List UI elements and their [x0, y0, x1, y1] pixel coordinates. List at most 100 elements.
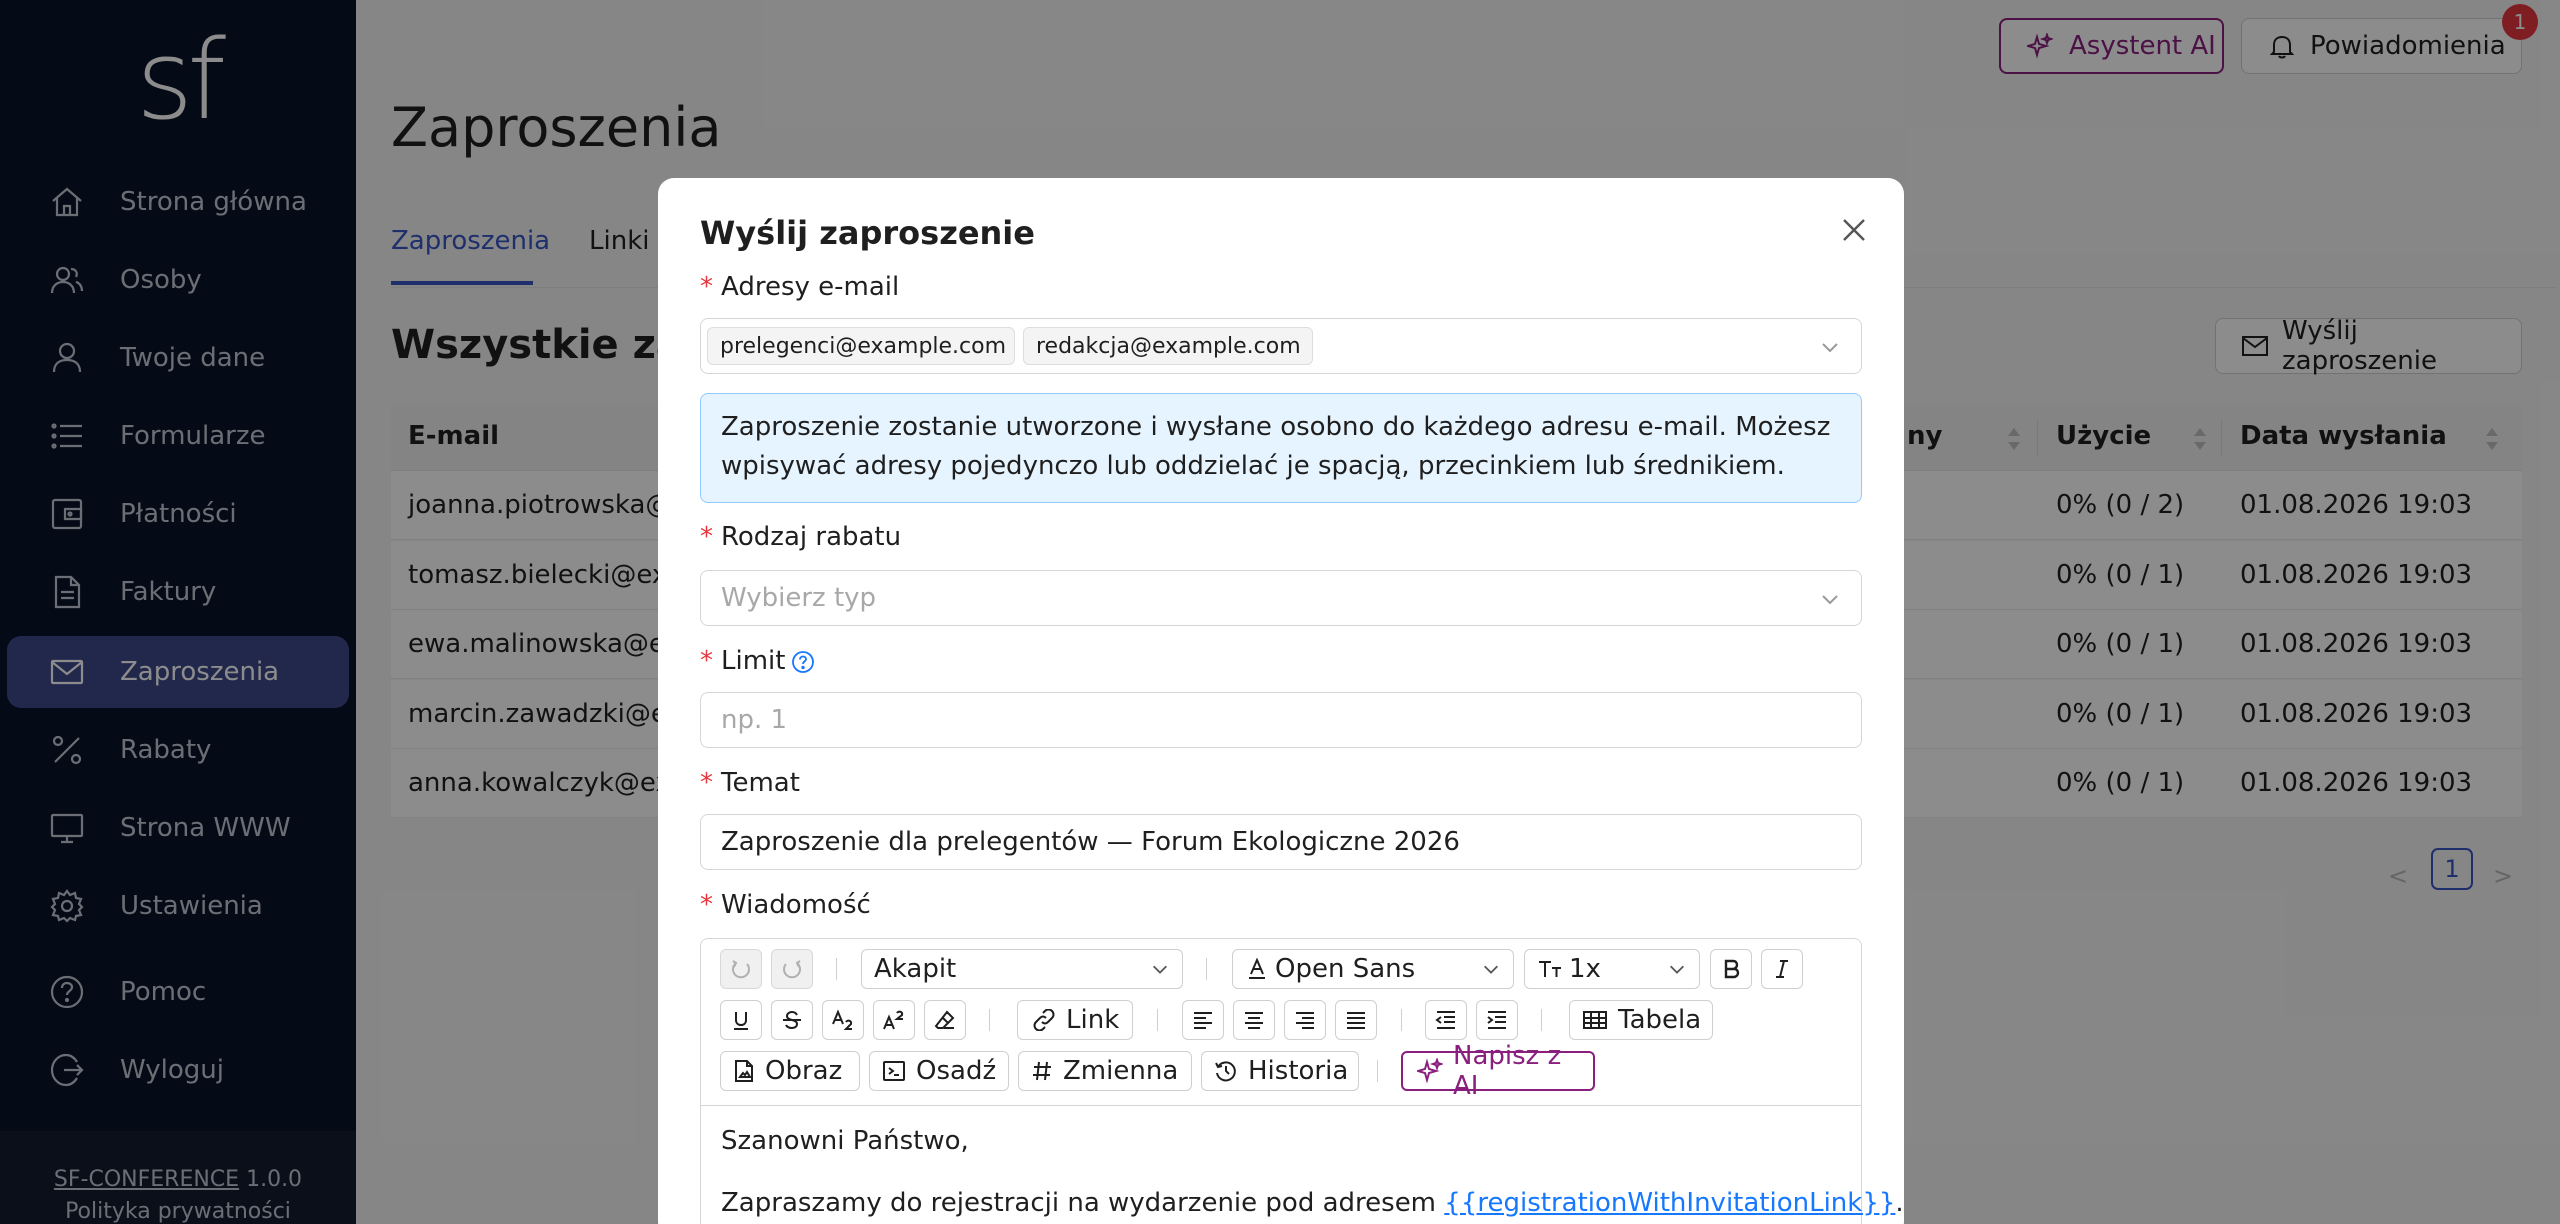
chevron-down-icon[interactable]: [1819, 588, 1841, 610]
sparkle-icon: [1417, 1058, 1443, 1084]
subject-label-text: Temat: [721, 768, 800, 798]
help-icon[interactable]: [791, 650, 815, 674]
align-justify-icon: [1347, 1012, 1365, 1029]
paragraph-style-select[interactable]: Akapit: [861, 949, 1183, 989]
emails-label-text: Adresy e-mail: [721, 272, 900, 302]
toolbar-separator: [836, 958, 837, 980]
chevron-down-icon: [1669, 965, 1685, 974]
toolbar-separator: [1157, 1009, 1158, 1031]
toolbar-separator: [1541, 1009, 1542, 1031]
hash-icon: [1033, 1061, 1051, 1081]
editor-text: Zapraszamy do rejestracji na wydarzenie …: [721, 1188, 1445, 1218]
write-with-ai-label: Napisz z AI: [1453, 1041, 1562, 1101]
message-label-text: Wiadomość: [721, 890, 871, 920]
discount-label-text: Rodzaj rabatu: [721, 522, 902, 552]
table-label: Tabela: [1618, 1005, 1702, 1035]
superscript-button[interactable]: [873, 1000, 915, 1040]
rich-text-editor: Akapit Open Sans 1x Link Tabela Obraz Os…: [700, 938, 1904, 1224]
font-size-select[interactable]: 1x: [1524, 949, 1700, 989]
info-alert: Zaproszenie zostanie utworzone i wysłane…: [700, 393, 1862, 503]
align-left-button[interactable]: [1182, 1000, 1224, 1040]
redo-icon: [783, 960, 802, 979]
font-size-value: 1x: [1569, 954, 1601, 984]
image-button[interactable]: Obraz: [720, 1051, 860, 1091]
email-tag-label: prelegenci@example.com: [720, 333, 1007, 359]
bold-button[interactable]: [1710, 949, 1752, 989]
history-label: Historia: [1248, 1056, 1349, 1086]
image-file-icon: [735, 1060, 753, 1082]
font-family-value: Open Sans: [1275, 954, 1416, 984]
table-button[interactable]: Tabela: [1569, 1000, 1713, 1040]
align-justify-button[interactable]: [1335, 1000, 1377, 1040]
code-embed-icon: [883, 1061, 905, 1081]
indent-icon: [1487, 1011, 1506, 1029]
emails-select[interactable]: prelegenci@example.com redakcja@example.…: [700, 318, 1862, 374]
editor-content[interactable]: Szanowni Państwo, Zapraszamy do rejestra…: [701, 1105, 1904, 1224]
text-size-icon: [1539, 961, 1561, 977]
link-icon: [1033, 1009, 1055, 1031]
template-variable-link[interactable]: {{registrationWithInvitationLink}}: [1444, 1188, 1895, 1218]
subscript-icon: [832, 1009, 853, 1030]
history-button[interactable]: Historia: [1201, 1051, 1359, 1091]
font-color-icon: [1249, 958, 1265, 979]
email-tag-label: redakcja@example.com: [1036, 333, 1301, 359]
bold-icon: [1724, 959, 1740, 979]
strikethrough-button[interactable]: [771, 1000, 813, 1040]
underline-button[interactable]: [720, 1000, 762, 1040]
align-center-icon: [1245, 1012, 1263, 1029]
undo-button[interactable]: [720, 949, 762, 989]
variable-button[interactable]: Zmienna: [1018, 1051, 1192, 1091]
paragraph-style-value: Akapit: [874, 954, 957, 984]
italic-button[interactable]: [1761, 949, 1803, 989]
chevron-down-icon[interactable]: [1819, 336, 1841, 358]
discount-type-select[interactable]: Wybierz typ: [700, 570, 1862, 626]
superscript-icon: [883, 1010, 904, 1030]
editor-paragraph: Szanowni Państwo,: [721, 1126, 969, 1156]
send-invitation-modal: Wyślij zaproszenie * Adresy e-mail preleg…: [658, 178, 1904, 1224]
toolbar-separator: [1401, 1009, 1402, 1031]
undo-icon: [731, 960, 750, 979]
align-center-button[interactable]: [1233, 1000, 1275, 1040]
link-label: Link: [1066, 1005, 1120, 1035]
modal-title: Wyślij zaproszenie: [700, 214, 1035, 252]
underline-icon: [734, 1012, 748, 1030]
redo-button[interactable]: [771, 949, 813, 989]
editor-paragraph: Zapraszamy do rejestracji na wydarzenie …: [721, 1188, 1904, 1218]
limit-label: * Limit: [700, 646, 815, 676]
subscript-button[interactable]: [822, 1000, 864, 1040]
italic-icon: [1776, 960, 1788, 978]
eraser-icon: [934, 1010, 955, 1029]
message-label: * Wiadomość: [700, 890, 871, 920]
clear-format-button[interactable]: [924, 1000, 966, 1040]
outdent-button[interactable]: [1425, 1000, 1467, 1040]
history-icon: [1215, 1061, 1236, 1082]
variable-label: Zmienna: [1063, 1056, 1179, 1086]
close-icon[interactable]: [1838, 214, 1870, 246]
discount-label: * Rodzaj rabatu: [700, 522, 902, 552]
subject-value: Zaproszenie dla prelegentów — Forum Ekol…: [721, 827, 1460, 857]
link-button[interactable]: Link: [1017, 1000, 1133, 1040]
email-tag: redakcja@example.com: [1023, 327, 1313, 365]
embed-label: Osadź: [916, 1056, 997, 1086]
write-with-ai-button[interactable]: Napisz z AI: [1401, 1041, 1595, 1101]
discount-type-placeholder: Wybierz typ: [721, 583, 877, 613]
embed-button[interactable]: Osadź: [869, 1051, 1009, 1091]
emails-label: * Adresy e-mail: [700, 272, 900, 302]
limit-label-text: Limit: [721, 646, 786, 676]
subject-input[interactable]: Zaproszenie dla prelegentów — Forum Ekol…: [700, 814, 1862, 870]
font-family-select[interactable]: Open Sans: [1232, 949, 1514, 989]
toolbar-separator: [989, 1009, 990, 1031]
align-left-icon: [1194, 1012, 1212, 1029]
limit-placeholder: np. 1: [721, 705, 788, 735]
subject-label: * Temat: [700, 768, 800, 798]
limit-input[interactable]: np. 1: [700, 692, 1862, 748]
align-right-button[interactable]: [1284, 1000, 1326, 1040]
align-right-icon: [1296, 1012, 1314, 1029]
email-tag: prelegenci@example.com: [707, 327, 1015, 365]
chevron-down-icon: [1483, 965, 1499, 974]
table-icon: [1583, 1011, 1607, 1029]
toolbar-separator: [1377, 1060, 1378, 1082]
indent-button[interactable]: [1476, 1000, 1518, 1040]
image-label: Obraz: [765, 1056, 843, 1086]
strikethrough-icon: [783, 1010, 801, 1030]
